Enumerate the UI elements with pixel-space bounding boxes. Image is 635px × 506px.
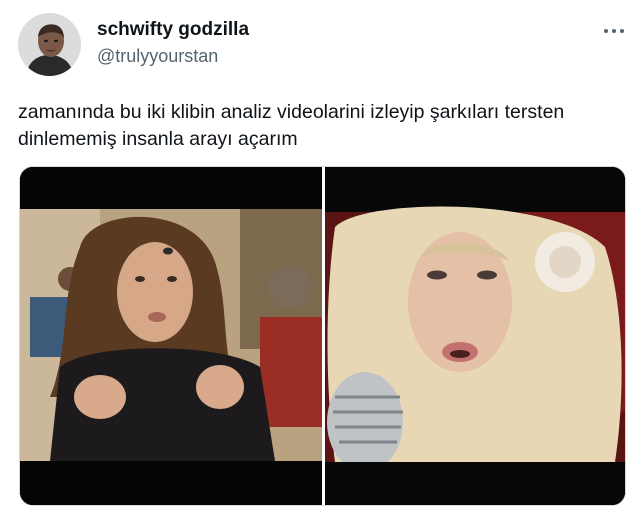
tweet-header: schwifty godzilla @trulyyourstan bbox=[0, 0, 635, 90]
video-still-left bbox=[20, 167, 322, 505]
tweet-media[interactable] bbox=[19, 166, 626, 506]
user-names: schwifty godzilla @trulyyourstan bbox=[97, 19, 249, 67]
media-image-left[interactable] bbox=[20, 167, 322, 505]
display-name[interactable]: schwifty godzilla bbox=[97, 19, 249, 41]
video-still-right bbox=[325, 167, 625, 505]
more-options-button[interactable] bbox=[598, 20, 630, 42]
more-options-icon bbox=[612, 29, 616, 33]
user-avatar-icon bbox=[18, 13, 81, 76]
tweet-text: zamanında bu iki klibin analiz videolari… bbox=[18, 101, 565, 150]
more-options-icon bbox=[604, 29, 608, 33]
media-image-right[interactable] bbox=[325, 167, 625, 505]
avatar[interactable] bbox=[18, 13, 81, 76]
user-handle[interactable]: @trulyyourstan bbox=[97, 45, 249, 67]
more-options-icon bbox=[620, 29, 624, 33]
